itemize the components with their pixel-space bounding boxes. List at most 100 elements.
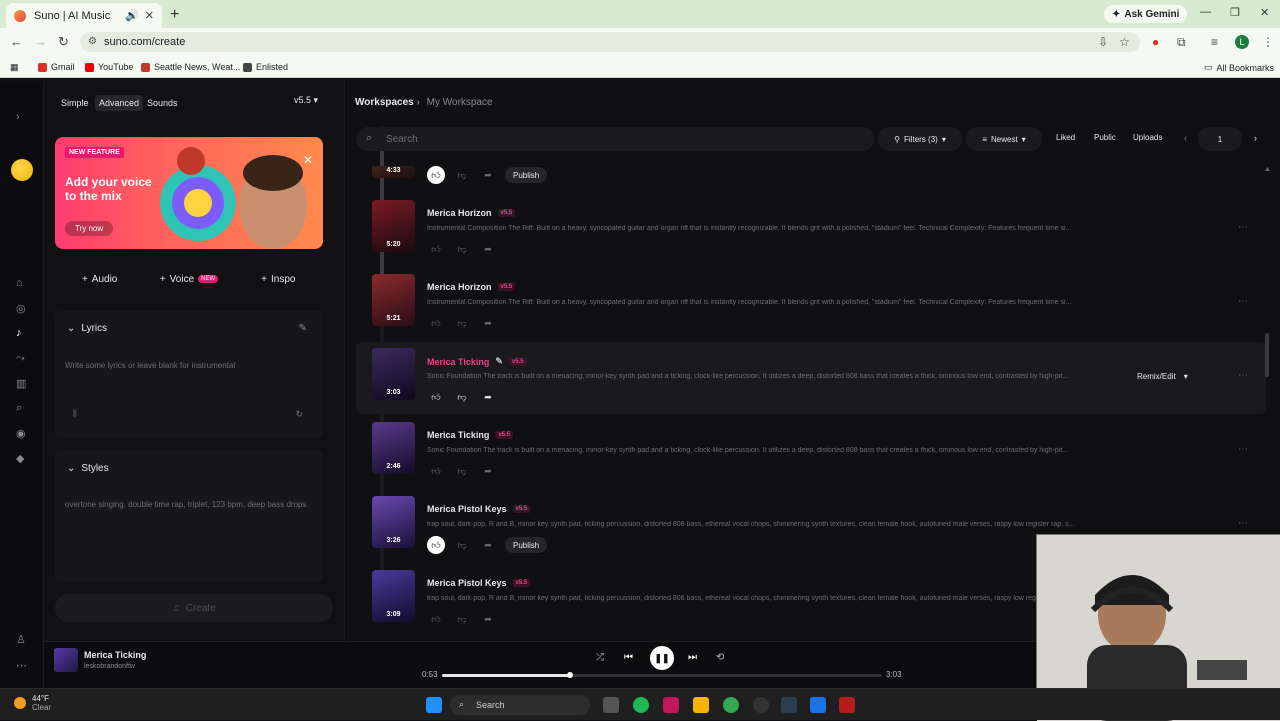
dislike-icon[interactable]: 👎︎	[453, 610, 471, 626]
progress-knob[interactable]	[566, 672, 573, 678]
studio-icon[interactable]: ⤳	[16, 352, 25, 365]
file-explorer-icon[interactable]	[693, 697, 709, 713]
close-window-icon[interactable]: ✕	[1260, 6, 1269, 19]
share-icon[interactable]: ➦	[479, 610, 497, 626]
user-orb-avatar[interactable]	[11, 159, 33, 181]
liked-filter[interactable]: Liked	[1056, 133, 1075, 142]
more-options-icon[interactable]: ⋯	[1238, 370, 1248, 381]
like-icon[interactable]: 👍︎	[427, 166, 445, 184]
close-tab-icon[interactable]: ✕	[145, 9, 154, 22]
styles-header[interactable]: ⌄ Styles	[67, 463, 109, 474]
chrome-icon[interactable]	[723, 697, 739, 713]
site-info-icon[interactable]: ⚙	[88, 36, 97, 47]
lyrics-box[interactable]: ⌄ Lyrics ✎ Write some lyrics or leave bla…	[55, 311, 323, 437]
repeat-icon[interactable]: ⟲	[716, 652, 724, 663]
like-icon[interactable]: 👍︎	[427, 240, 445, 258]
publish-button[interactable]: Publish	[505, 167, 548, 183]
try-now-button[interactable]: Try now	[65, 221, 114, 236]
adobe-icon[interactable]	[839, 697, 855, 713]
song-row[interactable]: 3:03 Merica Ticking ✎ v5.5 Sonic Foundati…	[356, 342, 1266, 414]
new-tab-button[interactable]: +	[170, 6, 179, 24]
create-icon[interactable]: ♪	[16, 327, 22, 339]
browser-menu-icon[interactable]: ⋮	[1262, 35, 1274, 49]
forward-icon[interactable]: →	[34, 34, 47, 49]
profile-avatar[interactable]: L	[1235, 35, 1249, 49]
bookmark-star-icon[interactable]: ☆	[1119, 35, 1130, 49]
remix-edit-button[interactable]: Remix/Edit ▾	[1129, 366, 1196, 386]
song-cover-art[interactable]: 2:46	[372, 422, 415, 474]
new-feature-banner[interactable]: NEW FEATURE Add your voice to the mix Tr…	[55, 137, 323, 249]
close-banner-icon[interactable]: ✕	[303, 153, 313, 167]
styles-placeholder[interactable]: overtone singing, double time rap, tripl…	[65, 498, 315, 511]
like-icon[interactable]: 👍︎	[427, 536, 445, 554]
search-nav-icon[interactable]: ⌕	[16, 402, 22, 415]
model-version-select[interactable]: v5.5 ▾	[294, 95, 318, 106]
share-icon[interactable]: ➦	[479, 314, 497, 332]
edit-pencil-icon[interactable]: ✎	[495, 356, 503, 367]
mode-sounds[interactable]: Sounds	[143, 95, 182, 111]
filters-button[interactable]: ⚲ Filters (3) ▾	[878, 127, 962, 151]
bookmark-enlisted[interactable]: Enlisted	[243, 62, 288, 72]
apps-grid-icon[interactable]: ▦	[10, 62, 19, 73]
pause-button[interactable]: ❚❚	[650, 646, 674, 670]
taskbar-search[interactable]: ⌕ Search	[450, 695, 590, 715]
home-icon[interactable]: ⌂	[16, 277, 23, 289]
player-song-title[interactable]: Merica Ticking	[84, 650, 146, 660]
url-field[interactable]: ⚙ suno.com/create	[80, 32, 1140, 52]
add-inspo-button[interactable]: + Inspo	[234, 267, 323, 291]
share-icon[interactable]: ➦	[479, 240, 497, 258]
more-options-icon[interactable]: ⋯	[1238, 222, 1248, 233]
shuffle-icon[interactable]: ⤮	[596, 652, 604, 663]
mute-icon[interactable]: 🔊	[125, 9, 139, 22]
song-cover-art[interactable]: 5:21	[372, 274, 415, 326]
mode-advanced[interactable]: Advanced	[95, 95, 144, 111]
workspace-search-input[interactable]: ⌕ Search	[356, 127, 874, 151]
song-title[interactable]: Merica Pistol Keys v5.5	[427, 578, 531, 588]
extensions-puzzle-icon[interactable]: ⧉	[1177, 35, 1186, 50]
steam-icon[interactable]	[781, 697, 797, 713]
create-button[interactable]: ♫ Create	[55, 594, 333, 622]
mode-simple[interactable]: Simple	[57, 95, 93, 111]
song-cover-art[interactable]: 3:03	[372, 348, 415, 400]
publish-button[interactable]: Publish	[505, 537, 548, 553]
song-list-scroll-thumb[interactable]	[1265, 333, 1269, 377]
uploads-filter[interactable]: Uploads	[1133, 133, 1162, 142]
share-icon[interactable]: ➦	[479, 166, 497, 184]
share-icon[interactable]: ➦	[479, 462, 497, 480]
vscode-icon[interactable]	[810, 697, 826, 713]
dislike-icon[interactable]: 👎︎	[453, 462, 471, 480]
expand-sidebar-icon[interactable]: ›	[16, 111, 20, 123]
more-nav-icon[interactable]: ⋯	[16, 659, 27, 672]
bookmark-youtube[interactable]: YouTube	[85, 62, 133, 72]
account-icon[interactable]: ♙	[16, 633, 26, 646]
song-title[interactable]: Merica Horizon v5.5	[427, 282, 516, 292]
extension-icon[interactable]: ●	[1152, 35, 1159, 49]
dislike-icon[interactable]: 👎︎	[453, 166, 471, 184]
add-audio-button[interactable]: + Audio	[55, 267, 144, 291]
spotify-icon[interactable]	[633, 697, 649, 713]
song-row[interactable]: 2:46 Merica Ticking v5.5 Sonic Foundation…	[356, 416, 1266, 488]
labs-icon[interactable]: ◉	[16, 427, 26, 440]
song-row[interactable]: 5:20 Merica Horizon v5.5 Instrumental Com…	[356, 194, 1266, 266]
share-icon[interactable]: ➦	[479, 536, 497, 554]
next-page-icon[interactable]: ›	[1254, 133, 1257, 143]
dislike-icon[interactable]: 👎︎	[453, 388, 471, 406]
share-icon[interactable]: ➦	[479, 388, 497, 406]
previous-track-icon[interactable]: ⏮	[624, 652, 633, 663]
song-cover-art[interactable]: 4:33	[372, 166, 415, 178]
sort-button[interactable]: ≡ Newest ▾	[966, 127, 1042, 151]
song-row[interactable]: 4:33 👍︎ 👎︎ ➦ Publish	[356, 166, 1266, 192]
bookmark-seattle-news[interactable]: Seattle News, Weat...	[141, 62, 240, 72]
more-options-icon[interactable]: ⋯	[1238, 444, 1248, 455]
more-options-icon[interactable]: ⋯	[1238, 518, 1248, 529]
song-title[interactable]: Merica Horizon v5.5	[427, 208, 516, 218]
minimize-icon[interactable]: —	[1200, 6, 1211, 18]
dislike-icon[interactable]: 👎︎	[453, 240, 471, 258]
browser-tab[interactable]: Suno | AI Music 🔊 ✕	[6, 3, 162, 28]
reading-list-icon[interactable]: ≡	[1211, 35, 1218, 49]
song-title[interactable]: Merica Pistol Keys v5.5	[427, 504, 531, 514]
bookmark-gmail[interactable]: Gmail	[38, 62, 75, 72]
song-cover-art[interactable]: 3:26	[372, 496, 415, 548]
song-cover-art[interactable]: 5:20	[372, 200, 415, 252]
notifications-icon[interactable]: ◆	[16, 452, 24, 465]
